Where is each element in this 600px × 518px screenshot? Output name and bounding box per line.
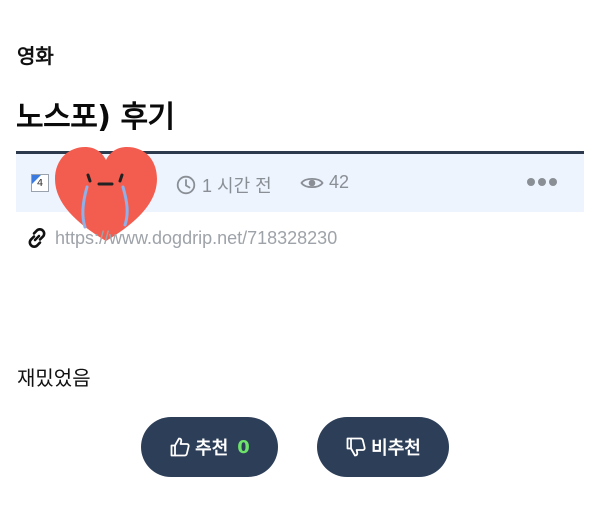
eye-icon — [300, 177, 324, 188]
clock-icon — [176, 175, 196, 195]
downvote-button[interactable]: 비추천 — [317, 417, 449, 477]
post-link[interactable]: https://www.dogdrip.net/718328230 — [25, 226, 337, 250]
upvote-count: 0 — [237, 436, 250, 458]
board-category[interactable]: 영화 — [17, 40, 54, 69]
view-count-text: 42 — [329, 172, 350, 192]
post-title: 노스포) 후기 — [16, 100, 175, 135]
thumbs-up-icon — [170, 437, 190, 457]
post-page: 영화 노스포) 후기 4 1 시간 전 42 https://www.dogdr… — [0, 0, 600, 518]
post-time: 1 시간 전 — [176, 172, 272, 198]
post-body: 재밌었음 — [17, 366, 91, 390]
more-icon[interactable] — [527, 178, 557, 186]
post-views: 42 — [300, 172, 349, 193]
upvote-label: 추천 — [195, 438, 229, 459]
link-icon — [28, 228, 46, 248]
user-level-badge: 4 — [31, 174, 49, 192]
post-url[interactable]: https://www.dogdrip.net/718328230 — [55, 228, 337, 249]
downvote-label: 비추천 — [371, 438, 421, 459]
upvote-button[interactable]: 추천 0 — [141, 417, 278, 477]
time-ago-text: 1 시간 전 — [202, 176, 272, 196]
thumbs-down-icon — [346, 437, 366, 457]
